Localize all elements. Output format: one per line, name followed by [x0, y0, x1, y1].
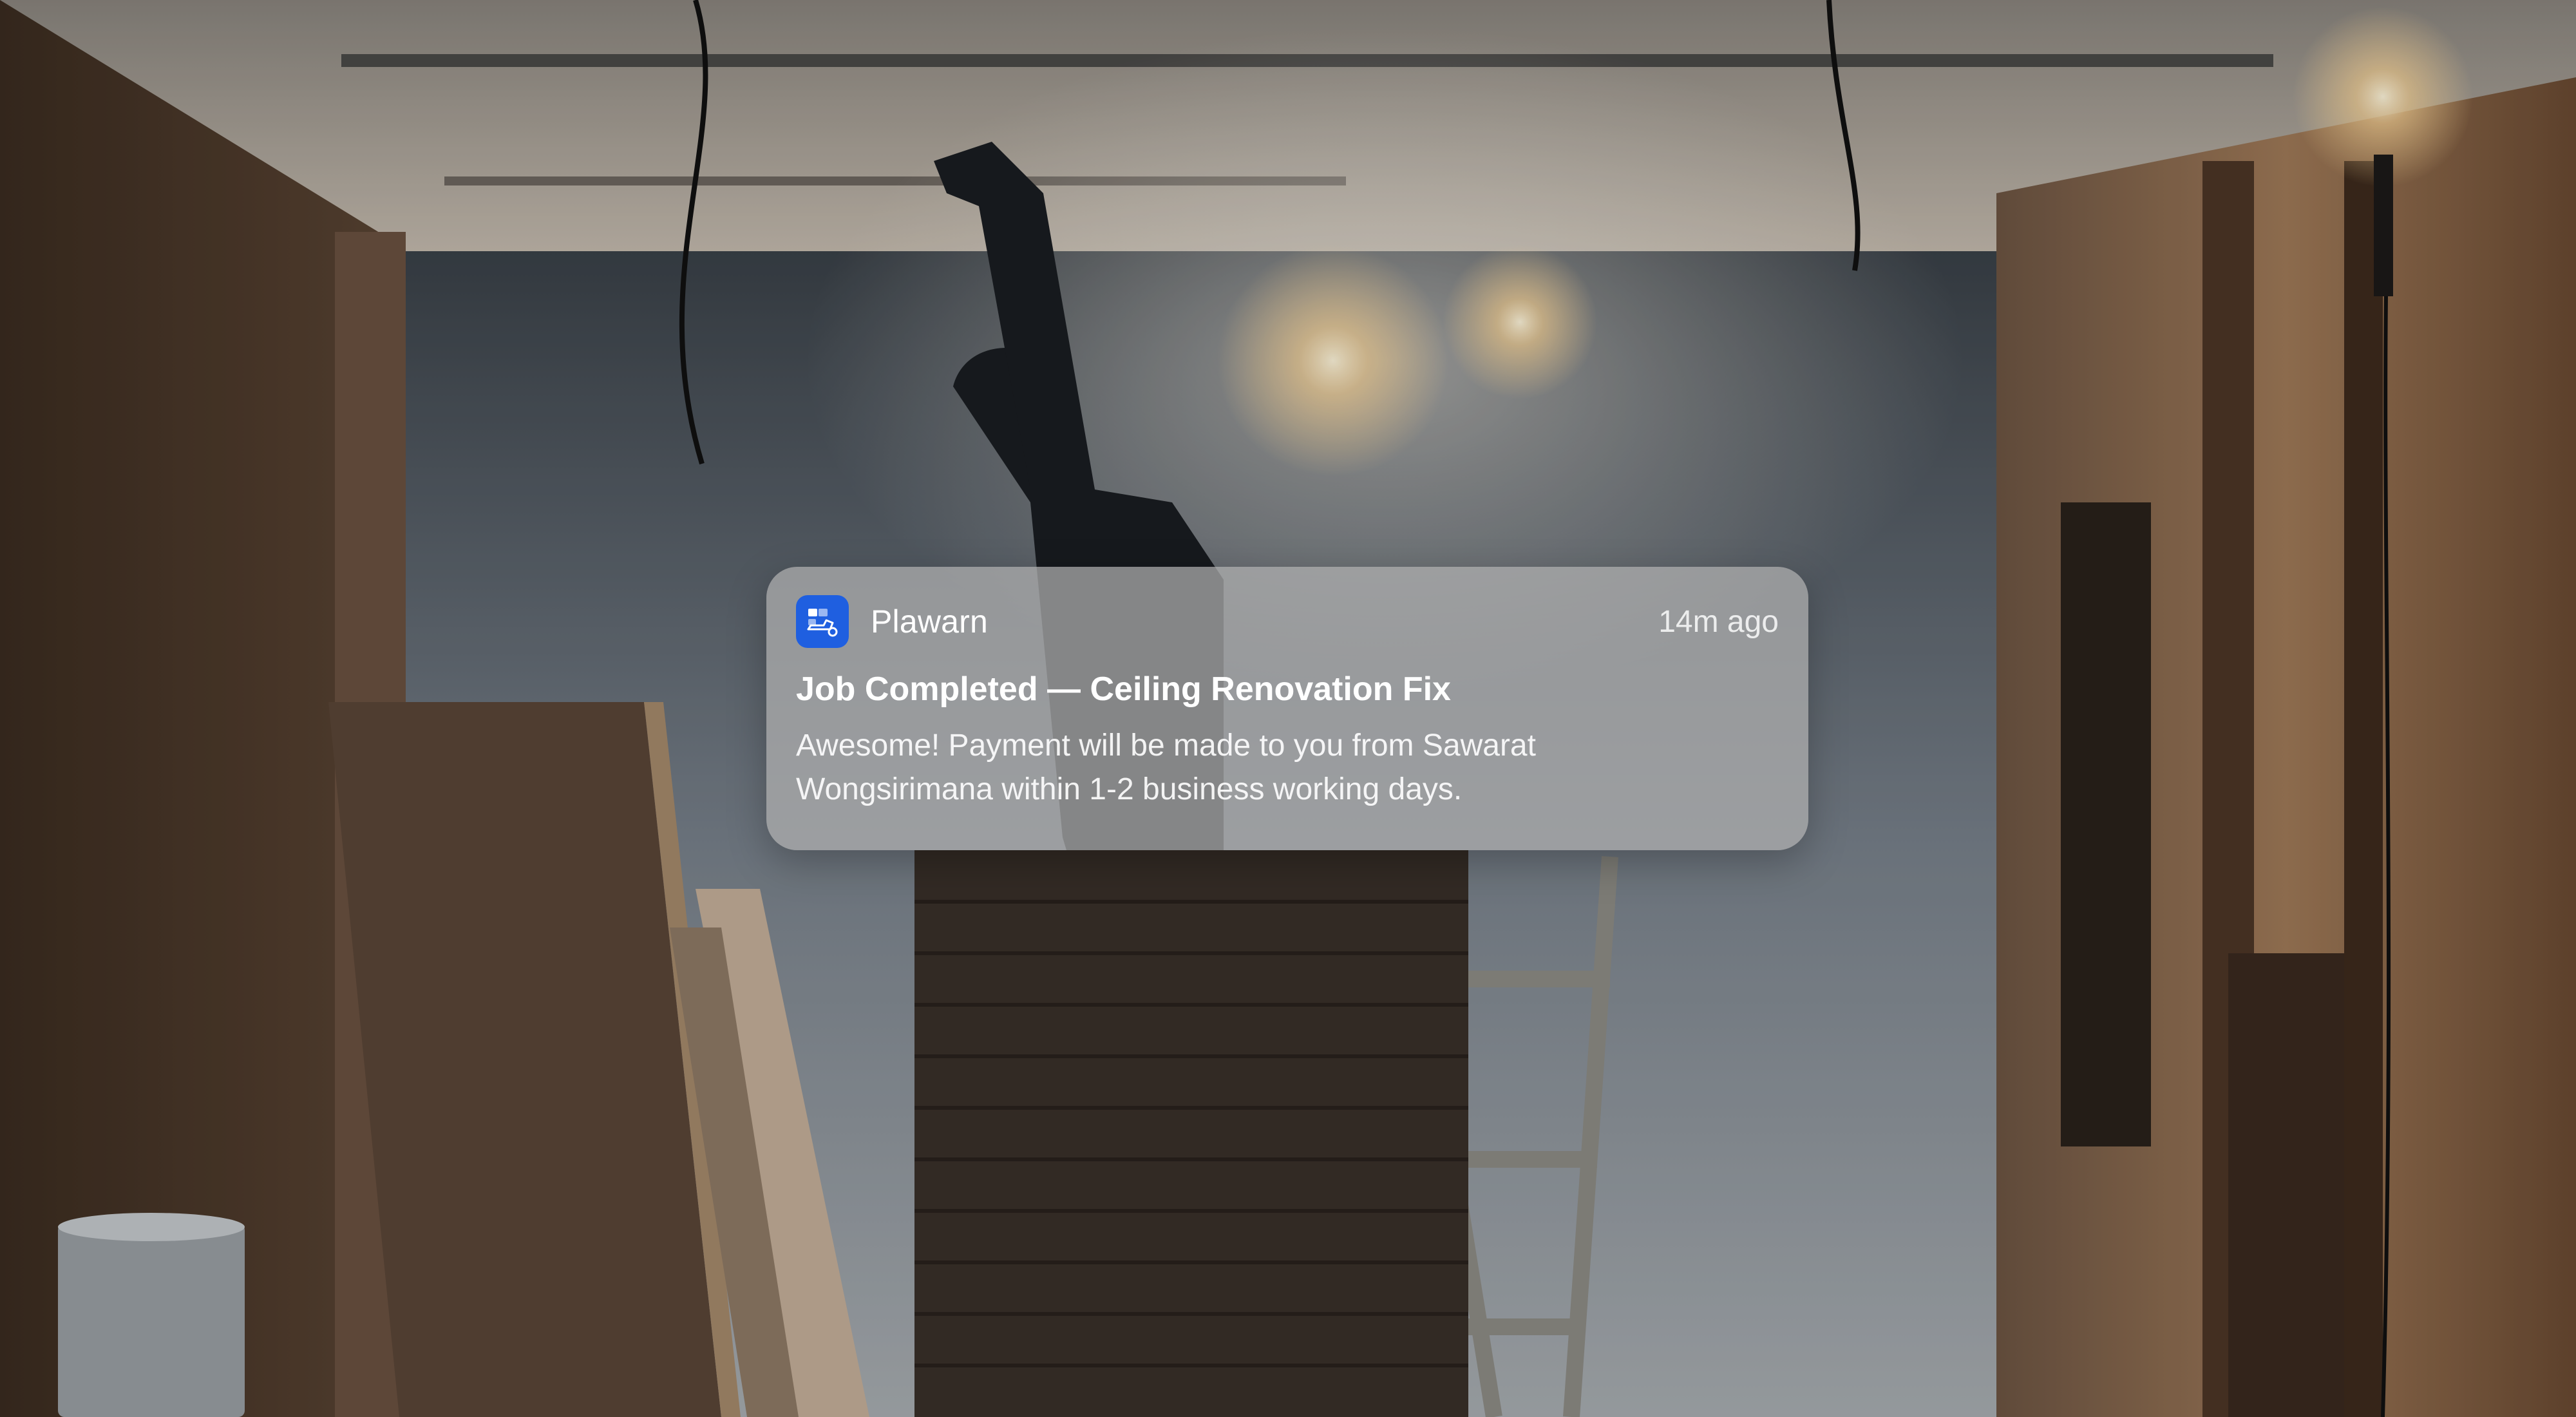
app-name: Plawarn — [871, 604, 989, 640]
notification-title: Job Completed — Ceiling Renovation Fix — [796, 670, 1451, 708]
notification-timestamp: 14m ago — [1658, 604, 1779, 639]
notification-header: Plawarn 14m ago — [796, 595, 1779, 648]
notification-body: Awesome! Payment will be made to you fro… — [796, 728, 1536, 806]
plawarn-app-icon — [796, 595, 849, 648]
notification-banner[interactable]: Plawarn 14m ago Job Completed — Ceiling … — [766, 567, 1808, 850]
